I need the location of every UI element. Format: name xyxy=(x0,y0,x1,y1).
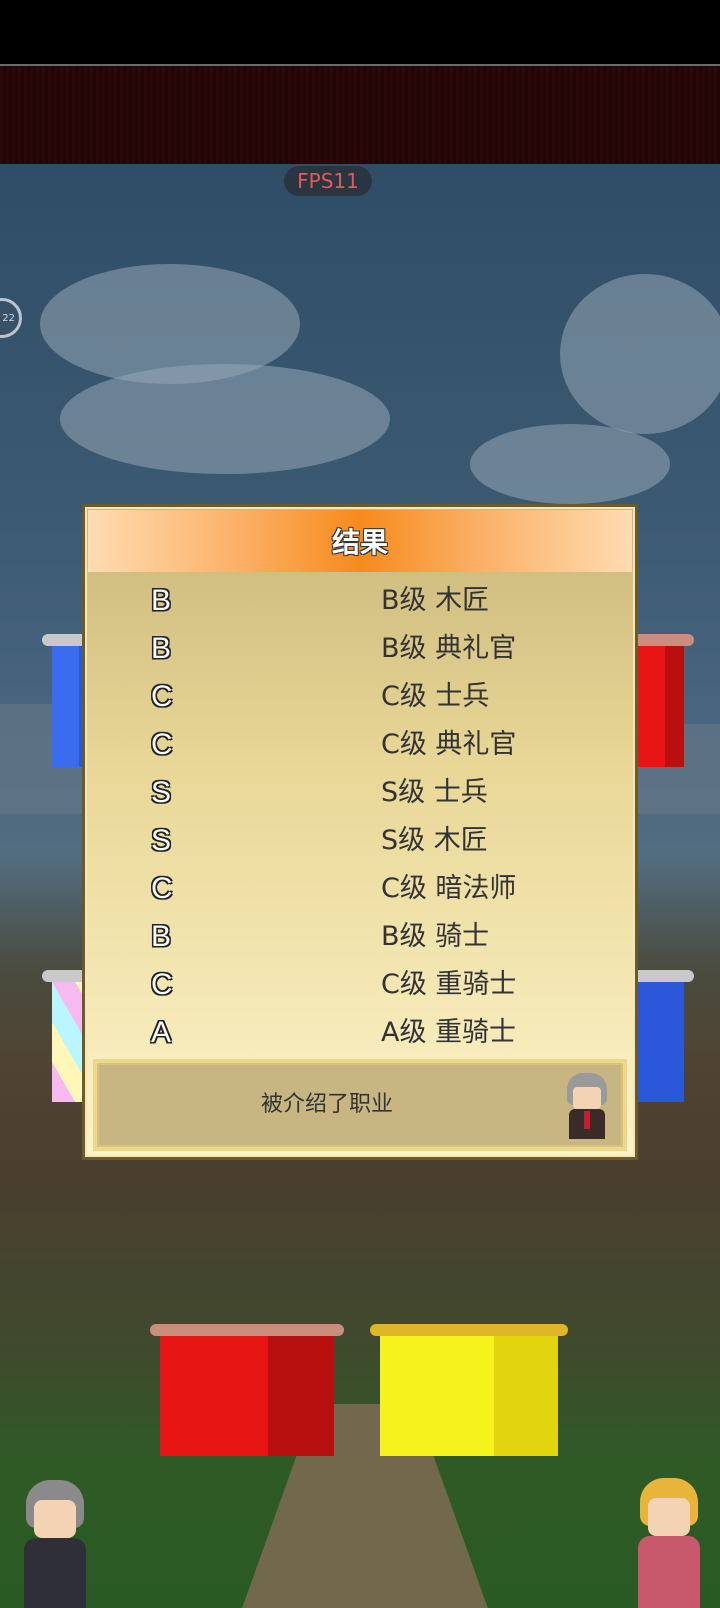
grade-letter: B xyxy=(151,584,172,617)
result-row: C C级 士兵 xyxy=(85,673,635,721)
result-row: B B级 典礼官 xyxy=(85,625,635,673)
result-row: C C级 暗法师 xyxy=(85,865,635,913)
result-row: C C级 重骑士 xyxy=(85,961,635,1009)
result-row: B B级 木匠 xyxy=(85,577,635,625)
result-row: S S级 木匠 xyxy=(85,817,635,865)
top-banner xyxy=(0,66,720,164)
job-label: B级 典礼官 xyxy=(381,633,517,664)
result-row: B B级 骑士 xyxy=(85,913,635,961)
cloud xyxy=(60,364,390,474)
dialog-title: 结果 xyxy=(88,510,632,572)
grade-letter: C xyxy=(151,872,173,905)
grade-letter: A xyxy=(151,1016,172,1049)
girl-character xyxy=(624,1478,714,1608)
job-label: C级 典礼官 xyxy=(381,729,517,760)
results-dialog: 结果 B B级 木匠 B B级 典礼官 C C级 士兵 C C级 典礼官 S S… xyxy=(82,504,638,1160)
job-label: B级 骑士 xyxy=(381,921,490,952)
grade-letter: B xyxy=(151,920,172,953)
results-list: B B级 木匠 B B级 典礼官 C C级 士兵 C C级 典礼官 S S级 士… xyxy=(85,577,635,1057)
job-label: C级 士兵 xyxy=(381,681,490,712)
message-text: 被介绍了职业 xyxy=(260,1092,393,1117)
job-label: A级 重骑士 xyxy=(381,1017,517,1048)
job-label: C级 暗法师 xyxy=(381,873,517,904)
grade-letter: C xyxy=(151,728,173,761)
grade-letter: S xyxy=(151,824,172,857)
grade-letter: C xyxy=(151,968,173,1001)
grade-letter: S xyxy=(151,776,172,809)
red-curtain[interactable] xyxy=(150,1324,344,1456)
yellow-curtain[interactable] xyxy=(370,1324,568,1456)
result-row: S S级 士兵 xyxy=(85,769,635,817)
butler-character xyxy=(10,1480,100,1608)
status-bar xyxy=(0,0,720,64)
message-box[interactable]: 被介绍了职业 xyxy=(93,1059,627,1151)
job-label: B级 木匠 xyxy=(381,585,490,616)
red-curtain[interactable] xyxy=(624,634,694,767)
job-label: S级 士兵 xyxy=(381,777,488,808)
butler-avatar-icon xyxy=(563,1073,611,1139)
job-label: C级 重骑士 xyxy=(381,969,517,1000)
cloud xyxy=(560,274,720,434)
grade-letter: B xyxy=(151,632,172,665)
side-menu-button-label: 22 xyxy=(2,312,15,324)
result-row: A A级 重骑士 xyxy=(85,1009,635,1057)
job-label: S级 木匠 xyxy=(381,825,488,856)
result-row: C C级 典礼官 xyxy=(85,721,635,769)
grade-letter: C xyxy=(151,680,173,713)
fps-counter: FPS11 xyxy=(284,166,372,196)
cloud xyxy=(470,424,670,504)
